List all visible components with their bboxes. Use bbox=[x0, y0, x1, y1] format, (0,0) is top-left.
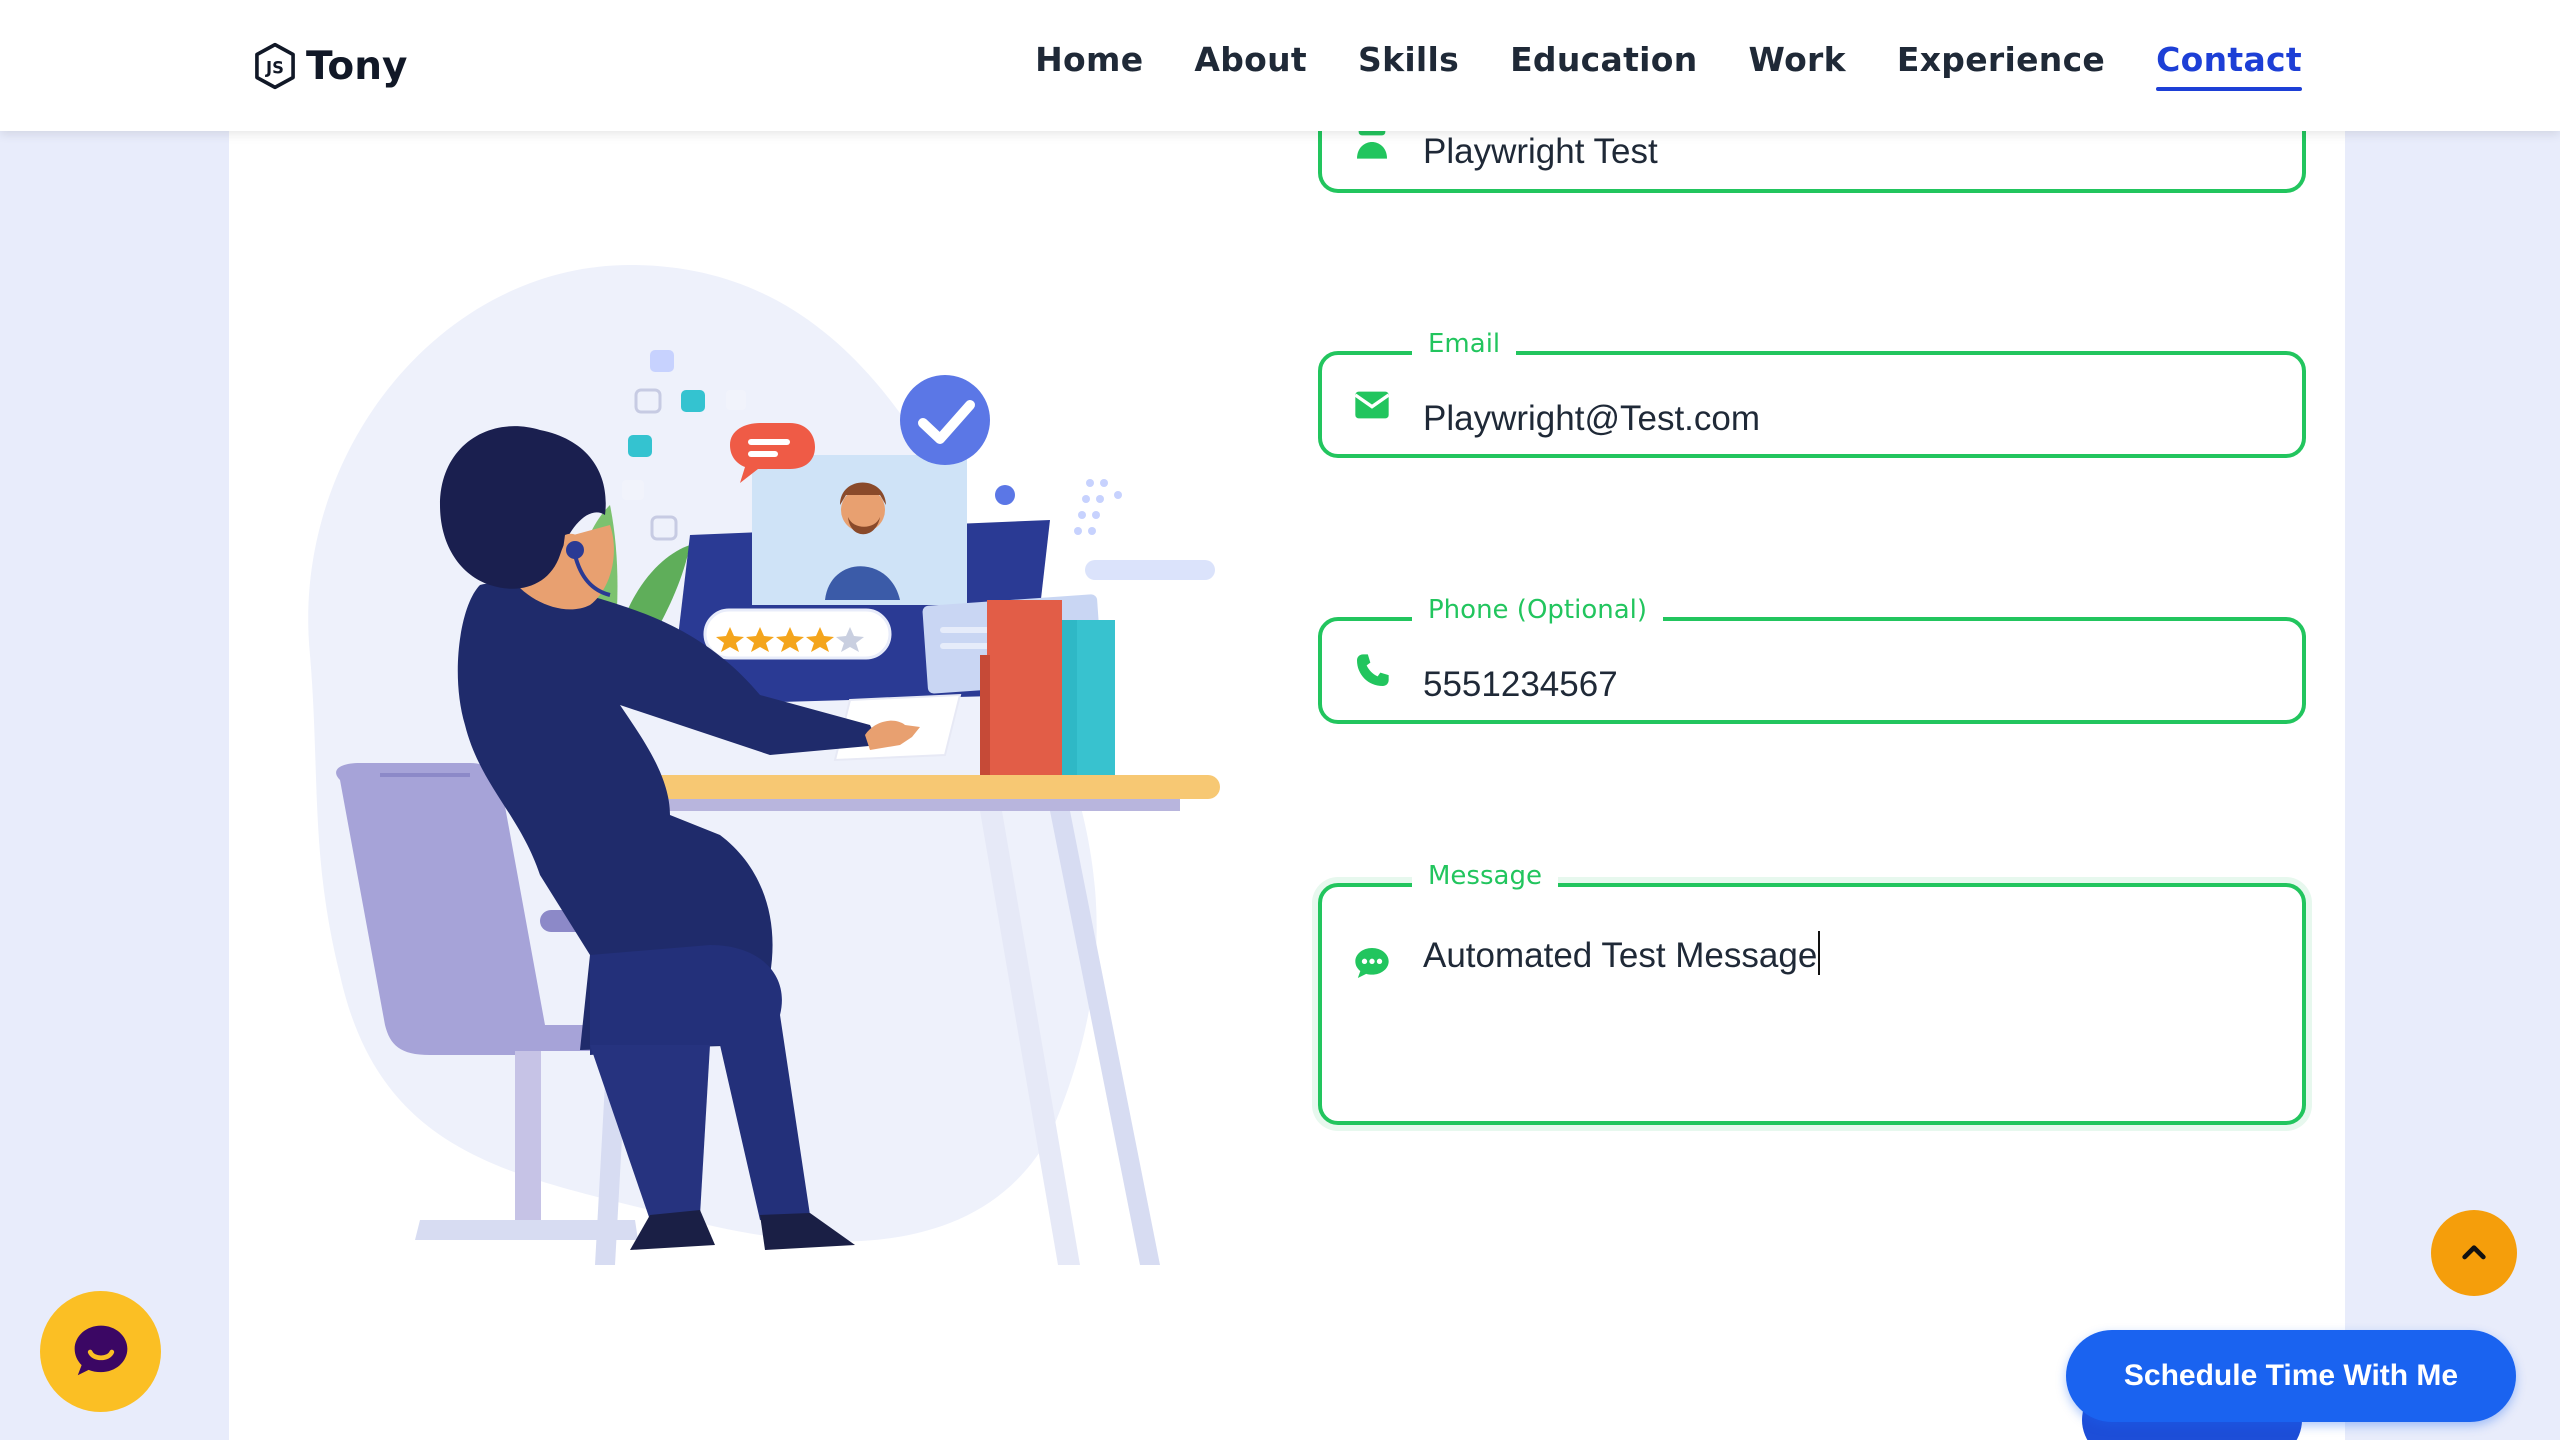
nav-contact[interactable]: Contact bbox=[2156, 40, 2302, 91]
nav-education[interactable]: Education bbox=[1510, 40, 1697, 91]
message-field[interactable]: Message Automated Test Message bbox=[1318, 861, 2306, 1125]
phone-label: Phone (Optional) bbox=[1412, 595, 1664, 625]
text-caret bbox=[1818, 931, 1821, 975]
contact-illustration bbox=[308, 265, 1220, 1265]
nav-work[interactable]: Work bbox=[1749, 40, 1846, 91]
top-navbar: JS Tony Home About Skills Education Work… bbox=[0, 0, 2560, 131]
email-field[interactable]: Email Playwright@Test.com bbox=[1318, 329, 2306, 458]
nav-experience[interactable]: Experience bbox=[1897, 40, 2105, 91]
brand-name: Tony bbox=[306, 43, 408, 89]
nav-about[interactable]: About bbox=[1194, 40, 1307, 91]
phone-field[interactable]: Phone (Optional) 5551234567 bbox=[1318, 595, 2306, 724]
email-label: Email bbox=[1412, 329, 1517, 359]
chat-widget-button[interactable] bbox=[40, 1291, 161, 1412]
main-nav: Home About Skills Education Work Experie… bbox=[1035, 40, 2302, 91]
envelope-icon bbox=[1354, 391, 1390, 419]
svg-text:JS: JS bbox=[265, 58, 284, 77]
chevron-up-icon bbox=[2462, 1245, 2486, 1260]
message-label: Message bbox=[1412, 861, 1558, 891]
nav-home[interactable]: Home bbox=[1035, 40, 1143, 91]
js-hexagon-icon: JS bbox=[255, 42, 295, 90]
email-input-value[interactable]: Playwright@Test.com bbox=[1423, 399, 1760, 439]
name-input-value[interactable]: Playwright Test bbox=[1423, 132, 1658, 172]
nav-skills[interactable]: Skills bbox=[1358, 40, 1459, 91]
brand-logo[interactable]: JS Tony bbox=[252, 38, 407, 94]
schedule-time-button[interactable]: Schedule Time With Me bbox=[2066, 1330, 2516, 1422]
message-text: Automated Test Message bbox=[1423, 936, 1818, 975]
chat-smile-icon bbox=[74, 1325, 127, 1375]
phone-icon bbox=[1357, 654, 1389, 686]
chat-dots-icon bbox=[1355, 948, 1389, 978]
message-textarea[interactable]: Automated Test Message bbox=[1423, 931, 1821, 976]
phone-input-value[interactable]: 5551234567 bbox=[1423, 665, 1618, 705]
scroll-to-top-button[interactable] bbox=[2431, 1210, 2517, 1296]
